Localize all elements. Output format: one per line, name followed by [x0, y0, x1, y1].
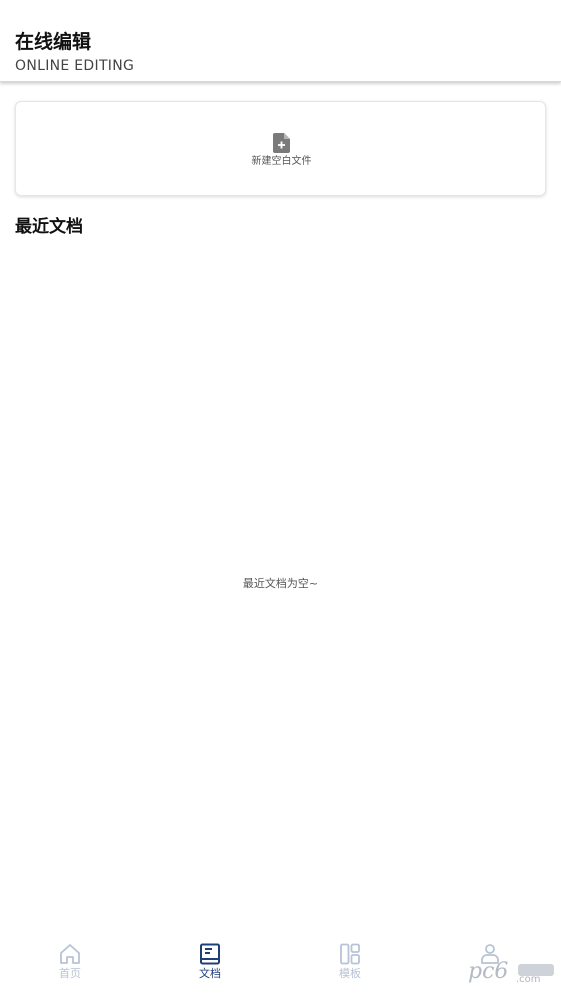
- tab-documents[interactable]: 文档: [140, 936, 280, 999]
- watermark-text: pc6: [468, 959, 509, 984]
- page-subtitle: ONLINE EDITING: [15, 58, 135, 74]
- tab-documents-label: 文档: [199, 967, 221, 980]
- recent-documents-title: 最近文档: [15, 217, 83, 237]
- page-title: 在线编辑: [15, 31, 92, 53]
- new-blank-file-label: 新建空白文件: [251, 156, 312, 167]
- book-icon: [200, 943, 220, 965]
- watermark-logo: pc6 .com: [468, 958, 554, 988]
- tab-home[interactable]: 首页: [0, 936, 140, 999]
- file-add-icon: [273, 133, 290, 153]
- watermark-suffix: .com: [516, 974, 541, 985]
- app-header: 在线编辑 ONLINE EDITING: [0, 0, 561, 82]
- new-blank-file-button[interactable]: 新建空白文件: [15, 101, 546, 196]
- home-icon: [60, 944, 80, 964]
- tab-templates[interactable]: 模板: [280, 936, 420, 999]
- app-root: 在线编辑 ONLINE EDITING 新建空白文件 最近文档 最近文档为空~ …: [0, 0, 561, 999]
- template-icon: [340, 943, 360, 965]
- recent-empty-message: 最近文档为空~: [242, 577, 319, 590]
- tab-templates-label: 模板: [339, 967, 361, 980]
- tab-home-label: 首页: [59, 967, 81, 980]
